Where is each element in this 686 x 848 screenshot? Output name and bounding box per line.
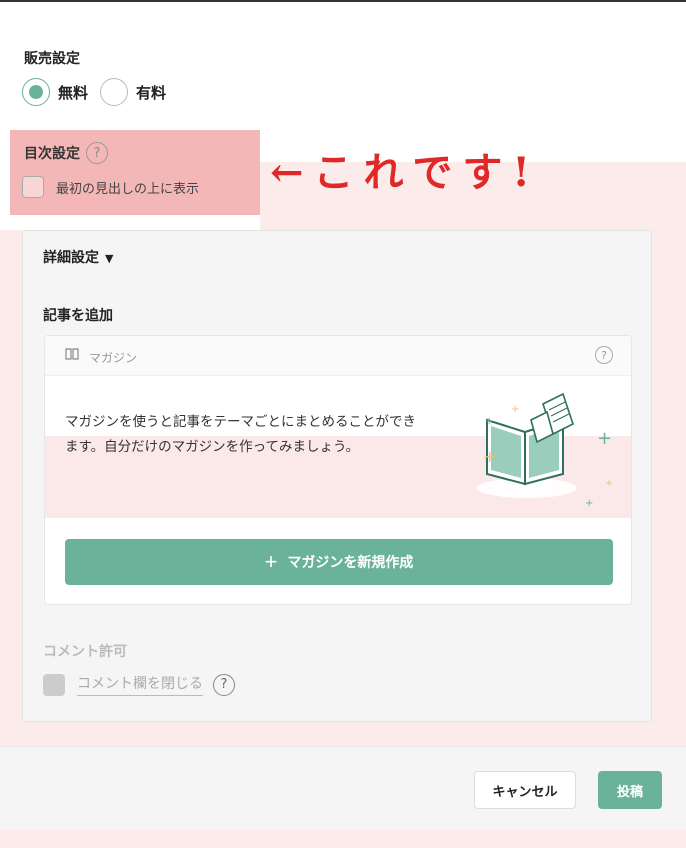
- add-article-title: 記事を追加: [43, 308, 113, 324]
- magazine-panel: マガジン ? マガジンを使うと記事をテーマごとにまとめることができます。自分だけ…: [44, 335, 632, 605]
- caret-down-icon: ▼: [105, 252, 114, 265]
- toc-checkbox-label[interactable]: 最初の見出しの上に表示: [56, 178, 199, 197]
- toc-settings-highlight: 目次設定 ? 最初の見出しの上に表示: [10, 130, 260, 215]
- svg-text:+: +: [597, 428, 612, 449]
- create-magazine-button[interactable]: + マガジンを新規作成: [65, 539, 613, 585]
- radio-free[interactable]: [22, 78, 50, 106]
- comment-checkbox-label[interactable]: コメント欄を閉じる: [77, 673, 203, 696]
- radio-paid-label[interactable]: 有料: [136, 82, 166, 103]
- svg-text:+: +: [585, 498, 593, 509]
- help-icon[interactable]: ?: [86, 142, 108, 164]
- radio-selected-dot: [29, 85, 43, 99]
- toc-checkbox[interactable]: [22, 176, 44, 198]
- svg-text:+: +: [483, 447, 496, 466]
- magazine-description: マガジンを使うと記事をテーマごとにまとめることができます。自分だけのマガジンを作…: [65, 414, 416, 455]
- magazine-header-label: マガジン: [89, 351, 138, 365]
- svg-text:+: +: [605, 478, 613, 489]
- svg-text:+: +: [485, 416, 493, 427]
- cancel-button[interactable]: キャンセル: [474, 771, 576, 809]
- detail-settings-title: 詳細設定: [43, 250, 99, 266]
- comment-checkbox-row[interactable]: コメント欄を閉じる ?: [43, 673, 235, 696]
- book-illustration-icon: + + + + + +: [477, 392, 613, 509]
- detail-settings-card: 詳細設定 ▼ 記事を追加 マガジン ? マガジンを使うと記事をテーマごとにまとめる…: [22, 230, 652, 722]
- sales-settings-title: 販売設定: [24, 51, 80, 67]
- comment-help-icon[interactable]: ?: [213, 673, 235, 696]
- svg-text:+: +: [511, 404, 519, 415]
- toc-checkbox-row[interactable]: 最初の見出しの上に表示: [22, 176, 199, 198]
- comment-checkbox[interactable]: [43, 673, 65, 696]
- radio-free-label[interactable]: 無料: [58, 82, 88, 103]
- post-button[interactable]: 投稿: [598, 771, 662, 809]
- book-icon: [65, 348, 79, 364]
- plus-icon: +: [264, 549, 278, 574]
- toc-title-text: 目次設定: [24, 146, 80, 162]
- annotation-text: ←これです!: [270, 149, 540, 196]
- create-magazine-label: マガジンを新規作成: [287, 554, 414, 570]
- comment-permission-title: コメント許可: [43, 644, 127, 660]
- sales-radio-group: 無料 有料: [22, 78, 178, 106]
- magazine-header: マガジン ?: [45, 336, 631, 376]
- radio-paid[interactable]: [100, 78, 129, 106]
- top-divider: [0, 0, 686, 2]
- footer-bar: キャンセル 投稿: [0, 746, 686, 830]
- magazine-help-icon[interactable]: ?: [595, 346, 613, 364]
- detail-settings-toggle[interactable]: 詳細設定 ▼: [43, 247, 113, 267]
- toc-settings-title: 目次設定 ?: [24, 142, 108, 164]
